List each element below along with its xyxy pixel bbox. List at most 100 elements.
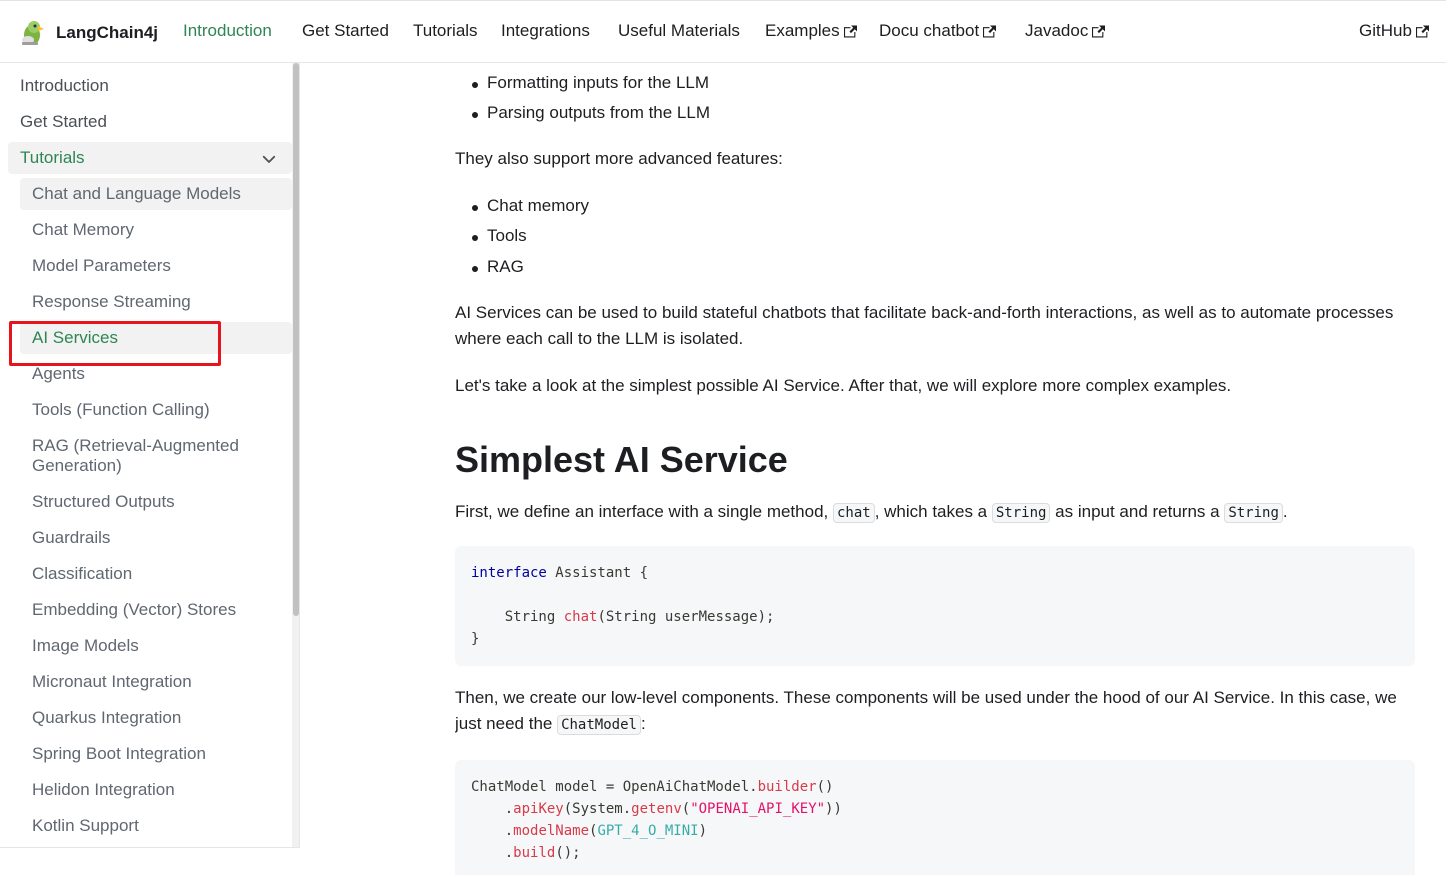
- sidebar-item-micronaut-integration[interactable]: Micronaut Integration: [32, 672, 192, 692]
- sidebar-item-introduction[interactable]: Introduction: [20, 76, 109, 96]
- text-run: as input and returns a: [1050, 502, 1225, 521]
- heading-simplest-ai-service: Simplest AI Service: [455, 439, 788, 480]
- sidebar-item-image-models[interactable]: Image Models: [32, 636, 139, 656]
- code-block-assistant-interface[interactable]: interface Assistant { String chat(String…: [455, 546, 1415, 666]
- nav-examples[interactable]: Examples: [765, 21, 857, 41]
- sidebar-item-response-streaming[interactable]: Response Streaming: [32, 292, 191, 312]
- code-line: String chat(String userMessage);: [471, 609, 775, 625]
- list-item: Formatting inputs for the LLM: [471, 73, 710, 92]
- code-text: (System.: [563, 801, 632, 817]
- code-line: }: [471, 631, 480, 647]
- nav-useful-materials[interactable]: Useful Materials: [618, 21, 740, 41]
- nav-label: Examples: [765, 21, 840, 40]
- code-text: Assistant {: [546, 565, 649, 581]
- sidebar-item-kotlin-support[interactable]: Kotlin Support: [32, 816, 139, 836]
- sidebar-item-quarkus-integration[interactable]: Quarkus Integration: [32, 708, 181, 728]
- red-highlight-annotation: [9, 321, 221, 366]
- code-line: interface Assistant {: [471, 565, 648, 581]
- nav-label: Integrations: [501, 21, 590, 40]
- paragraph-low-level-components: Then, we create our low-level components…: [455, 685, 1415, 738]
- code-block-chatmodel-builder[interactable]: ChatModel model = OpenAiChatModel.builde…: [455, 760, 1415, 875]
- code-line: ChatModel model = OpenAiChatModel.builde…: [471, 779, 833, 795]
- list-item: Parsing outputs from the LLM: [471, 103, 711, 122]
- code-function: apiKey: [513, 801, 564, 817]
- sidebar-scrollbar[interactable]: [292, 63, 299, 847]
- scrollbar-thumb[interactable]: [293, 63, 299, 616]
- external-link-icon: [1415, 25, 1429, 37]
- sidebar-item-embedding-stores[interactable]: Embedding (Vector) Stores: [32, 600, 236, 620]
- code-text: (: [681, 801, 691, 817]
- inline-code-chat: chat: [832, 503, 875, 523]
- sidebar-item-chat-and-language-models[interactable]: Chat and Language Models: [32, 184, 241, 204]
- text-run: , which takes a: [874, 502, 992, 521]
- code-text: (): [816, 779, 834, 795]
- sidebar-item-structured-outputs[interactable]: Structured Outputs: [32, 492, 175, 512]
- code-function: chat: [563, 609, 598, 625]
- inline-code-string: String: [991, 503, 1051, 523]
- list-item: Chat memory: [471, 196, 590, 215]
- nav-label: Get Started: [302, 21, 389, 40]
- nav-label: Introduction: [183, 21, 272, 40]
- text-run: .: [1282, 502, 1288, 521]
- sidebar-item-chat-memory[interactable]: Chat Memory: [32, 220, 134, 240]
- nav-introduction[interactable]: Introduction: [183, 21, 272, 41]
- paragraph-simplest-intro: Let's take a look at the simplest possib…: [455, 376, 1232, 395]
- external-link-icon: [983, 25, 997, 37]
- inline-code-string: String: [1224, 503, 1283, 523]
- sidebar-item-classification[interactable]: Classification: [32, 564, 132, 584]
- chevron-down-icon[interactable]: [260, 150, 278, 168]
- inline-code-chatmodel: ChatModel: [557, 715, 641, 735]
- code-function: getenv: [631, 801, 682, 817]
- sidebar-item-tools[interactable]: Tools (Function Calling): [32, 400, 210, 420]
- sidebar-item-rag[interactable]: RAG (Retrieval-Augmented Generation): [32, 436, 282, 476]
- code-function: builder: [757, 779, 817, 795]
- code-text: ChatModel model = OpenAiChatModel.: [471, 779, 758, 795]
- list-item: Tools: [472, 226, 527, 245]
- code-text: (String userMessage);: [597, 609, 775, 625]
- docs-sidebar: Introduction Get Started Tutorials Chat …: [0, 63, 300, 848]
- sidebar-item-model-parameters[interactable]: Model Parameters: [32, 256, 171, 276]
- nav-get-started[interactable]: Get Started: [302, 21, 389, 41]
- code-text: .: [471, 823, 514, 839]
- paragraph-advanced-features: They also support more advanced features…: [455, 149, 783, 168]
- code-line: .apiKey(System.getenv("OPENAI_API_KEY")): [471, 801, 842, 817]
- nav-label: Javadoc: [1025, 21, 1089, 40]
- sidebar-item-helidon-integration[interactable]: Helidon Integration: [32, 780, 175, 800]
- code-text: String: [471, 609, 564, 625]
- code-text: .: [471, 801, 514, 817]
- top-navbar: LangChain4j Introduction Get Started Tut…: [0, 0, 1446, 63]
- code-line: .build();: [471, 845, 581, 861]
- code-text: ): [698, 823, 708, 839]
- parrot-logo-icon: [16, 18, 46, 48]
- nav-label: Docu chatbot: [879, 21, 980, 40]
- external-link-icon: [1092, 25, 1106, 37]
- code-text: .: [471, 845, 514, 861]
- list-item: RAG: [472, 257, 524, 276]
- main-content: Formatting inputs for the LLM Parsing ou…: [455, 63, 1415, 875]
- code-constant: GPT_4_O_MINI: [597, 823, 699, 839]
- code-function: modelName: [513, 823, 590, 839]
- nav-label: Useful Materials: [618, 21, 740, 40]
- paragraph-define-interface: First, we define an interface with a sin…: [455, 499, 1415, 526]
- text-run: First, we define an interface with a sin…: [455, 502, 833, 521]
- code-line: .modelName(GPT_4_O_MINI): [471, 823, 707, 839]
- paragraph-stateful-chatbots: AI Services can be used to build statefu…: [455, 303, 1394, 348]
- sidebar-item-get-started[interactable]: Get Started: [20, 112, 107, 132]
- nav-label: GitHub: [1359, 21, 1412, 40]
- nav-javadoc[interactable]: Javadoc: [1025, 21, 1106, 41]
- code-text: )): [825, 801, 842, 817]
- sidebar-category-tutorials[interactable]: Tutorials: [8, 142, 292, 174]
- text-run: :: [640, 714, 646, 733]
- sidebar-item-spring-boot-integration[interactable]: Spring Boot Integration: [32, 744, 206, 764]
- sidebar-item-agents[interactable]: Agents: [32, 364, 85, 384]
- code-text: ();: [555, 845, 581, 861]
- nav-label: Tutorials: [413, 21, 478, 40]
- nav-integrations[interactable]: Integrations: [501, 21, 590, 41]
- code-string: "OPENAI_API_KEY": [690, 801, 826, 817]
- sidebar-item-guardrails[interactable]: Guardrails: [32, 528, 110, 548]
- nav-docu-chatbot[interactable]: Docu chatbot: [879, 21, 997, 41]
- nav-github[interactable]: GitHub: [1359, 21, 1429, 41]
- code-function: build: [513, 845, 556, 861]
- brand-link[interactable]: LangChain4j: [16, 17, 158, 49]
- nav-tutorials[interactable]: Tutorials: [413, 21, 478, 41]
